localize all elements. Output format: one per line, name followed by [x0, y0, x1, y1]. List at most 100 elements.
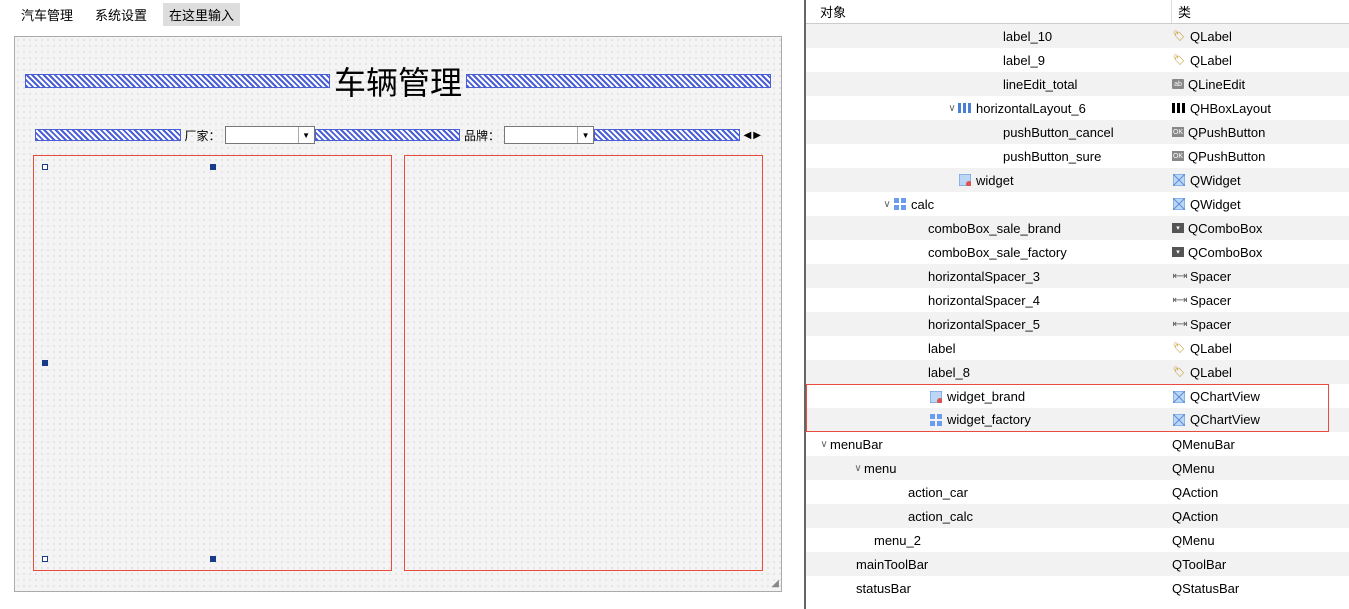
class-name: QComboBox	[1188, 221, 1262, 236]
class-name: QPushButton	[1188, 125, 1265, 140]
object-name: menuBar	[830, 437, 883, 452]
class-name: Spacer	[1190, 269, 1231, 284]
tree-row[interactable]: label_8 🏷 QLabel	[806, 360, 1349, 384]
object-name: menu	[864, 461, 897, 476]
class-name: QChartView	[1190, 389, 1260, 404]
header-class[interactable]: 类	[1172, 0, 1349, 23]
tree-row[interactable]: label🏷QLabel	[806, 336, 1349, 360]
tree-row[interactable]: menu_2QMenu	[806, 528, 1349, 552]
selection-handle-icon[interactable]	[42, 556, 48, 562]
selection-handle-icon[interactable]	[210, 556, 216, 562]
menu-car-manage[interactable]: 汽车管理	[15, 3, 79, 26]
chevron-down-icon: ▼	[298, 127, 314, 143]
class-name: Spacer	[1190, 317, 1231, 332]
factory-combo[interactable]: ▼	[225, 126, 315, 144]
widget-icon	[958, 173, 972, 187]
object-name: mainToolBar	[856, 557, 928, 572]
brand-combo[interactable]: ▼	[504, 126, 594, 144]
tree-row[interactable]: label_9🏷QLabel	[806, 48, 1349, 72]
expander-icon[interactable]: ∨	[946, 103, 958, 114]
title-row: 车辆管理	[25, 61, 771, 101]
tree-row[interactable]: statusBarQStatusBar	[806, 576, 1349, 600]
label-icon: 🏷	[1172, 341, 1186, 355]
menu-system-settings[interactable]: 系统设置	[89, 3, 153, 26]
widget-factory-frame[interactable]	[404, 155, 763, 571]
tree-row[interactable]: horizontalSpacer_3 ⇤⇥ Spacer	[806, 264, 1349, 288]
class-name: QLabel	[1190, 53, 1232, 68]
tree-row[interactable]: pushButton_sureOKQPushButton	[806, 144, 1349, 168]
expander-icon[interactable]: ∨	[881, 199, 893, 210]
object-name: widget_brand	[947, 389, 1025, 404]
selection-handle-icon[interactable]	[210, 164, 216, 170]
selection-handle-icon[interactable]	[42, 164, 48, 170]
widget-icon	[929, 390, 943, 404]
tree-row[interactable]: comboBox_sale_factory▾QComboBox	[806, 240, 1349, 264]
spacer-icon: ⇤⇥	[1172, 317, 1186, 331]
horizontal-spacer-icon[interactable]	[25, 74, 330, 88]
object-name: action_car	[908, 485, 968, 500]
object-name: pushButton_cancel	[1003, 125, 1114, 140]
horizontal-spacer-icon[interactable]	[35, 129, 181, 141]
combo-row: 厂家： ▼ 品牌： ▼ ◀▶	[35, 123, 761, 147]
object-name: action_calc	[908, 509, 973, 524]
tree-row[interactable]: action_calcQAction	[806, 504, 1349, 528]
object-name: label_8	[928, 365, 970, 380]
class-name: QMenuBar	[1172, 437, 1235, 452]
hbox-layout-icon	[958, 101, 972, 115]
class-name: QLabel	[1190, 29, 1232, 44]
menu-type-here[interactable]: 在这里输入	[163, 3, 240, 26]
class-name: QMenu	[1172, 461, 1215, 476]
hbox-layout-icon	[1172, 101, 1186, 115]
class-name: QPushButton	[1188, 149, 1265, 164]
object-name: horizontalSpacer_3	[928, 269, 1040, 284]
object-name: widget_factory	[947, 412, 1031, 427]
expander-icon[interactable]: ∨	[818, 439, 830, 450]
tree-row[interactable]: ∨menuBar QMenuBar	[806, 432, 1349, 456]
spacer-icon: ⇤⇥	[1172, 269, 1186, 283]
tree-row[interactable]: label_10🏷QLabel	[806, 24, 1349, 48]
expander-icon[interactable]: ∨	[852, 463, 864, 474]
grid-layout-icon	[893, 197, 907, 211]
tree-row[interactable]: widget_brand QChartView	[806, 384, 1349, 408]
object-name: comboBox_sale_brand	[928, 221, 1061, 236]
object-name: label_10	[1003, 29, 1052, 44]
combobox-icon: ▾	[1172, 247, 1184, 257]
object-name: comboBox_sale_factory	[928, 245, 1067, 260]
tree-row[interactable]: ∨horizontalLayout_6QHBoxLayout	[806, 96, 1349, 120]
horizontal-spacer-icon[interactable]	[315, 129, 461, 141]
tree-row[interactable]: widget_factory QChartView	[806, 408, 1349, 432]
selection-handle-icon[interactable]	[42, 360, 48, 366]
widget-icon	[1172, 390, 1186, 404]
grid-layout-icon	[929, 413, 943, 427]
object-name: widget	[976, 173, 1014, 188]
spacer-icon: ⇤⇥	[1172, 293, 1186, 307]
class-name: QLabel	[1190, 365, 1232, 380]
tree-row[interactable]: widgetQWidget	[806, 168, 1349, 192]
class-name: QMenu	[1172, 533, 1215, 548]
tree-row[interactable]: pushButton_cancelOKQPushButton	[806, 120, 1349, 144]
tree-row[interactable]: ∨menu QMenu	[806, 456, 1349, 480]
object-name: label_9	[1003, 53, 1045, 68]
tree-row[interactable]: horizontalSpacer_4⇤⇥Spacer	[806, 288, 1349, 312]
tree-row[interactable]: action_carQAction	[806, 480, 1349, 504]
horizontal-spacer-icon[interactable]	[466, 74, 771, 88]
tree-row[interactable]: comboBox_sale_brand▾QComboBox	[806, 216, 1349, 240]
layout-nav-arrows[interactable]: ◀▶	[744, 130, 761, 141]
resize-grip-icon[interactable]: ◢	[771, 578, 779, 589]
class-name: QWidget	[1190, 197, 1241, 212]
tree-row[interactable]: mainToolBar QToolBar	[806, 552, 1349, 576]
class-name: QToolBar	[1172, 557, 1226, 572]
class-name: QLineEdit	[1188, 77, 1245, 92]
header-object[interactable]: 对象	[806, 0, 1172, 23]
widget-brand-frame[interactable]	[33, 155, 392, 571]
tree-row[interactable]: horizontalSpacer_5⇤⇥Spacer	[806, 312, 1349, 336]
class-name: QChartView	[1190, 412, 1260, 427]
tree-row[interactable]: ∨calcQWidget	[806, 192, 1349, 216]
label-icon: 🏷	[1172, 365, 1186, 379]
designer-canvas[interactable]: 车辆管理 厂家： ▼ 品牌： ▼ ◀▶ ◢	[14, 36, 782, 592]
object-name: horizontalSpacer_4	[928, 293, 1040, 308]
tree-row[interactable]: lineEdit_totalabQLineEdit	[806, 72, 1349, 96]
page-title[interactable]: 车辆管理	[330, 58, 466, 104]
brand-label: 品牌：	[460, 127, 504, 144]
horizontal-spacer-icon[interactable]	[594, 129, 740, 141]
